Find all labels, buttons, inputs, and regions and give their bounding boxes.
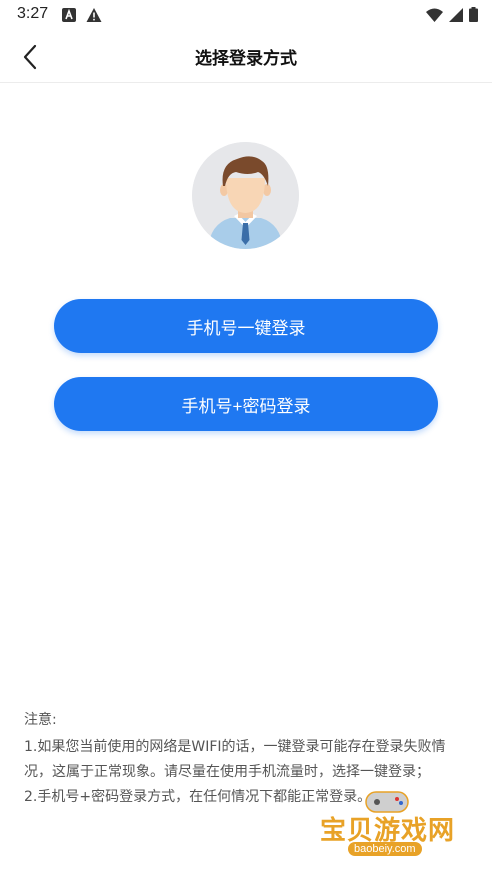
watermark-url: baobeiy.com xyxy=(348,842,422,856)
password-login-button[interactable]: 手机号+密码登录 xyxy=(54,377,438,431)
warning-icon xyxy=(86,7,102,23)
one-click-login-button[interactable]: 手机号一键登录 xyxy=(54,299,438,353)
battery-icon xyxy=(469,7,478,26)
page-title: 选择登录方式 xyxy=(195,49,297,69)
avatar xyxy=(192,142,299,249)
wifi-icon xyxy=(426,8,443,26)
notes-heading: 注意: xyxy=(24,712,57,728)
watermark: 宝贝游戏网 baobeiy.com xyxy=(320,786,482,866)
a-notification-icon xyxy=(62,8,76,22)
status-time: 3:27 xyxy=(17,5,49,22)
notes-item-1: 1.如果您当前使用的网络是WIFI的话，一键登录可能存在登录失败情况，这属于正常… xyxy=(24,739,446,780)
signal-icon xyxy=(449,7,463,26)
status-bar: 3:27 xyxy=(0,0,492,30)
title-bar: 选择登录方式 xyxy=(0,30,492,83)
user-avatar-icon xyxy=(192,142,299,249)
